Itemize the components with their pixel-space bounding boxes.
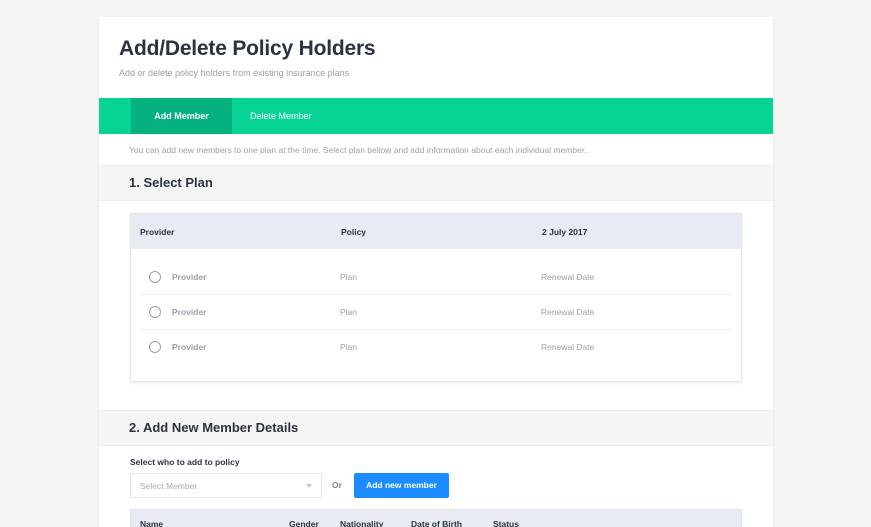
page-title: Add/Delete Policy Holders bbox=[119, 37, 376, 60]
renewal-cell: Renewal Date bbox=[541, 272, 595, 282]
renewal-cell: Renewal Date bbox=[541, 342, 595, 352]
column-header-provider: Provider bbox=[140, 227, 175, 237]
member-table-header: Name Gender Nationality Date of Birth St… bbox=[130, 509, 742, 527]
table-row[interactable]: Provider Plan Renewal Date bbox=[140, 295, 732, 330]
select-member-label: Select who to add to policy bbox=[130, 457, 240, 467]
info-text: You can add new members to one plan at t… bbox=[129, 145, 587, 155]
section-select-plan: 1. Select Plan bbox=[99, 165, 773, 201]
section-title: 2. Add New Member Details bbox=[129, 420, 299, 435]
table-row[interactable]: Provider Plan Renewal Date bbox=[140, 260, 732, 295]
page-header: Add/Delete Policy Holders Add or delete … bbox=[99, 17, 773, 98]
add-new-member-button[interactable]: Add new member bbox=[354, 473, 449, 498]
select-placeholder: Select Member bbox=[140, 481, 198, 491]
tab-add-member[interactable]: Add Member bbox=[131, 98, 232, 134]
table-row[interactable]: Provider Plan Renewal Date bbox=[140, 330, 732, 365]
provider-cell: Provider bbox=[172, 307, 207, 317]
column-header-name: Name bbox=[140, 519, 164, 527]
policy-cell: Plan bbox=[340, 272, 358, 282]
policy-holders-card: Add/Delete Policy Holders Add or delete … bbox=[99, 17, 773, 527]
column-header-date: 2 July 2017 bbox=[542, 227, 588, 237]
renewal-cell: Renewal Date bbox=[541, 307, 595, 317]
tab-delete-member[interactable]: Delete Member bbox=[250, 98, 312, 134]
column-header-dob: Date of Birth bbox=[411, 519, 462, 527]
radio-button[interactable] bbox=[149, 306, 161, 318]
table-header: Provider Policy 2 July 2017 bbox=[131, 214, 741, 249]
plan-table: Provider Policy 2 July 2017 Provider Pla… bbox=[130, 213, 742, 382]
column-header-policy: Policy bbox=[341, 227, 367, 237]
radio-button[interactable] bbox=[149, 341, 161, 353]
provider-cell: Provider bbox=[172, 342, 207, 352]
select-member-dropdown[interactable]: Select Member bbox=[130, 473, 322, 498]
radio-button[interactable] bbox=[149, 271, 161, 283]
section-title: 1. Select Plan bbox=[129, 175, 213, 190]
column-header-gender: Gender bbox=[289, 519, 319, 527]
tab-bar: Add Member Delete Member bbox=[99, 98, 773, 134]
caret-down-icon bbox=[306, 484, 312, 488]
column-header-nationality: Nationality bbox=[340, 519, 384, 527]
column-header-status: Status bbox=[493, 519, 519, 527]
page-subtitle: Add or delete policy holders from existi… bbox=[119, 68, 350, 78]
policy-cell: Plan bbox=[340, 307, 358, 317]
section-add-member-details: 2. Add New Member Details bbox=[99, 410, 773, 446]
or-text: Or bbox=[332, 480, 342, 490]
policy-cell: Plan bbox=[340, 342, 358, 352]
provider-cell: Provider bbox=[172, 272, 207, 282]
